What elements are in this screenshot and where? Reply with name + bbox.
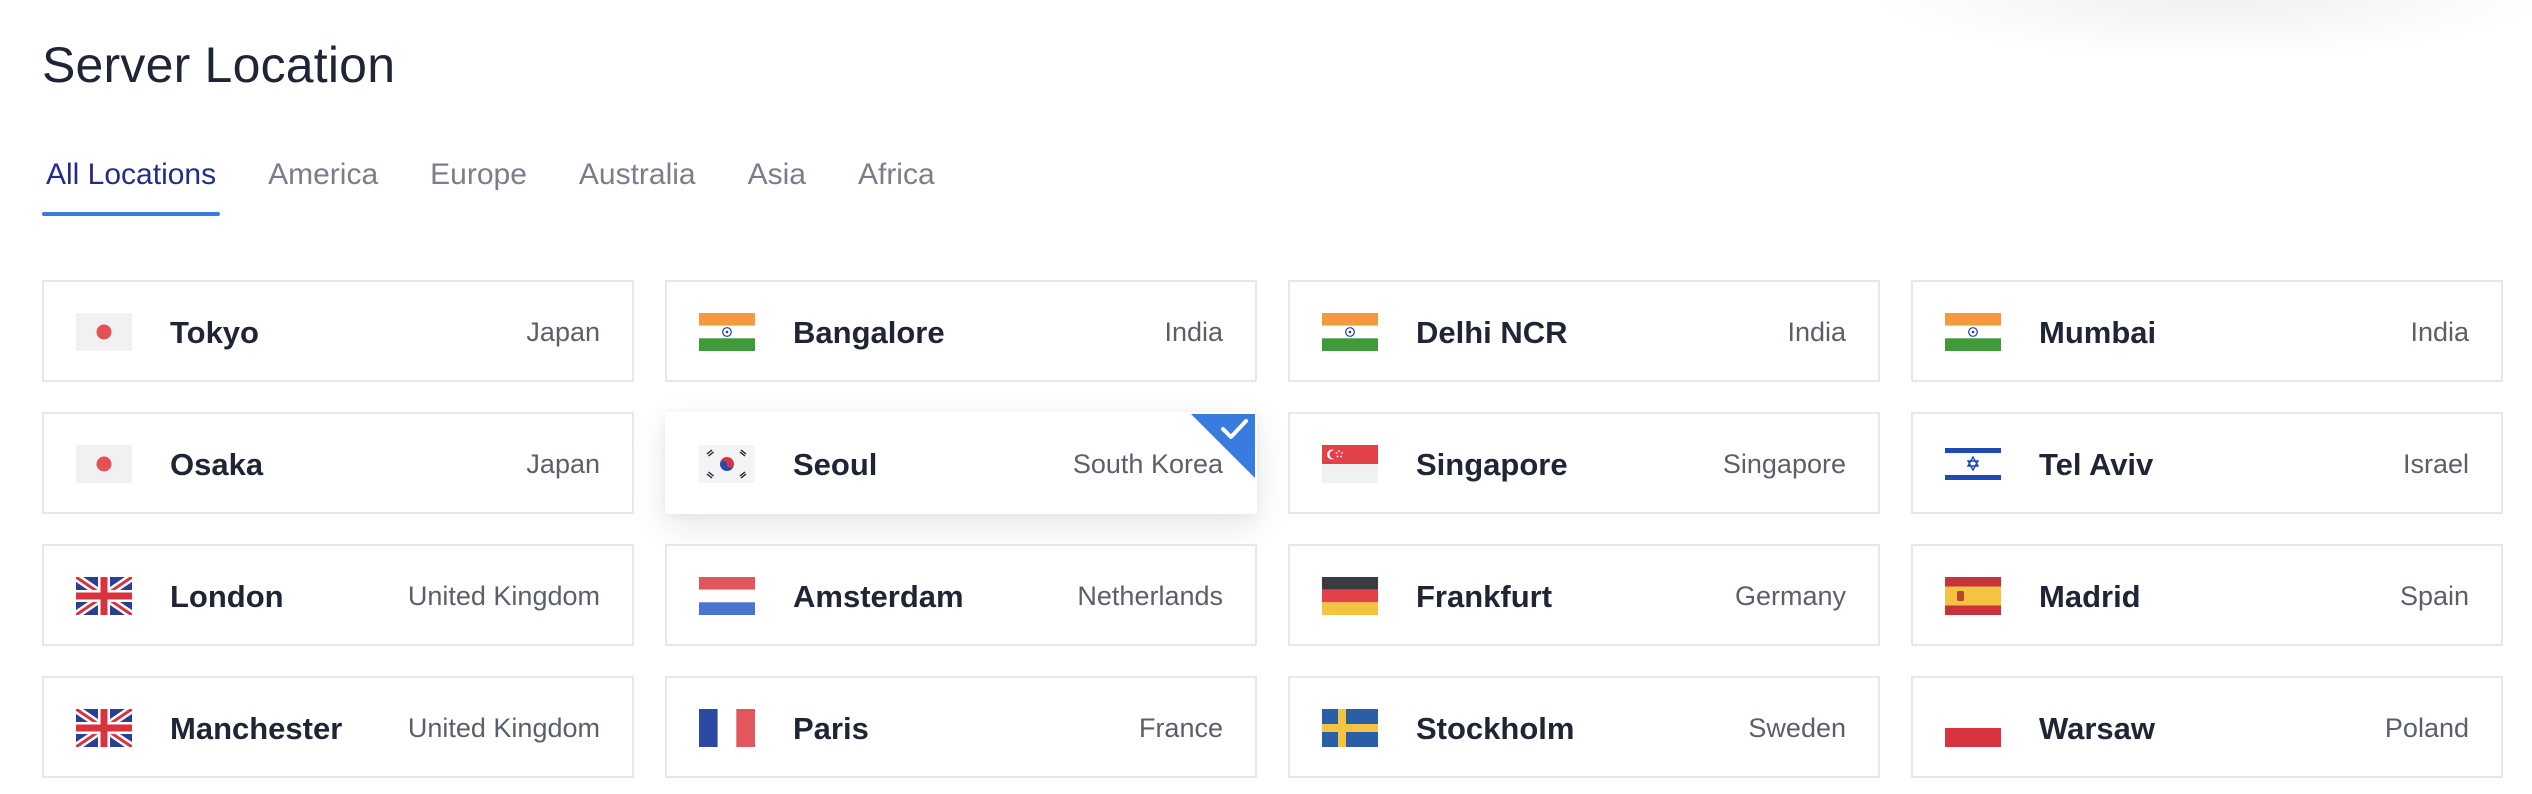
city-name: Delhi NCR bbox=[1416, 315, 1568, 350]
page-title: Server Location bbox=[42, 37, 396, 93]
tab-africa[interactable]: Africa bbox=[854, 150, 939, 216]
country-name: Sweden bbox=[1748, 713, 1846, 743]
israel-flag-icon bbox=[1945, 445, 2001, 483]
location-card-tokyo[interactable]: Tokyo Japan bbox=[42, 280, 634, 382]
location-card-london[interactable]: London United Kingdom bbox=[42, 544, 634, 646]
location-card-paris[interactable]: Paris France bbox=[665, 676, 1257, 778]
south-korea-flag-icon bbox=[699, 445, 755, 483]
city-name: Singapore bbox=[1416, 447, 1568, 482]
country-name: United Kingdom bbox=[407, 581, 600, 611]
country-name: Germany bbox=[1734, 581, 1846, 611]
tab-america[interactable]: America bbox=[264, 150, 382, 216]
japan-flag-icon bbox=[76, 313, 132, 351]
location-card-singapore[interactable]: Singapore Singapore bbox=[1288, 412, 1880, 514]
country-name: United Kingdom bbox=[407, 713, 600, 743]
netherlands-flag-icon bbox=[699, 577, 755, 615]
country-name: India bbox=[1164, 317, 1223, 347]
country-name: Spain bbox=[2399, 581, 2469, 611]
region-tabs: All Locations America Europe Australia A… bbox=[42, 150, 983, 216]
uk-flag-icon bbox=[76, 709, 132, 747]
selected-check-icon bbox=[1189, 414, 1255, 480]
spain-flag-icon bbox=[1945, 577, 2001, 615]
location-card-osaka[interactable]: Osaka Japan bbox=[42, 412, 634, 514]
tab-all-locations[interactable]: All Locations bbox=[42, 150, 221, 216]
location-card-delhi-ncr[interactable]: Delhi NCR India bbox=[1288, 280, 1880, 382]
germany-flag-icon bbox=[1322, 577, 1378, 615]
country-name: Japan bbox=[526, 317, 600, 347]
india-flag-icon bbox=[699, 313, 755, 351]
tab-europe[interactable]: Europe bbox=[426, 150, 531, 216]
japan-flag-icon bbox=[76, 445, 132, 483]
city-name: Bangalore bbox=[793, 315, 945, 350]
location-card-mumbai[interactable]: Mumbai India bbox=[1911, 280, 2503, 382]
country-name: India bbox=[2410, 317, 2469, 347]
city-name: Madrid bbox=[2039, 579, 2141, 614]
country-name: India bbox=[1787, 317, 1846, 347]
india-flag-icon bbox=[1945, 313, 2001, 351]
city-name: Tokyo bbox=[170, 315, 259, 350]
country-name: Israel bbox=[2402, 449, 2469, 479]
location-card-frankfurt[interactable]: Frankfurt Germany bbox=[1288, 544, 1880, 646]
city-name: Tel Aviv bbox=[2039, 447, 2154, 482]
country-name: Japan bbox=[526, 449, 600, 479]
country-name: Netherlands bbox=[1077, 581, 1223, 611]
country-name: Singapore bbox=[1722, 449, 1846, 479]
tab-australia[interactable]: Australia bbox=[575, 150, 700, 216]
country-name: Poland bbox=[2384, 713, 2469, 743]
city-name: Manchester bbox=[170, 711, 343, 746]
tab-asia[interactable]: Asia bbox=[744, 150, 810, 216]
location-card-madrid[interactable]: Madrid Spain bbox=[1911, 544, 2503, 646]
location-card-seoul[interactable]: Seoul South Korea bbox=[665, 412, 1257, 514]
country-name: France bbox=[1138, 713, 1223, 743]
location-card-warsaw[interactable]: Warsaw Poland bbox=[1911, 676, 2503, 778]
city-name: Osaka bbox=[170, 447, 264, 482]
city-name: Seoul bbox=[793, 447, 878, 482]
sweden-flag-icon bbox=[1322, 709, 1378, 747]
location-card-bangalore[interactable]: Bangalore India bbox=[665, 280, 1257, 382]
city-name: Amsterdam bbox=[793, 579, 964, 614]
city-name: Warsaw bbox=[2039, 711, 2156, 746]
city-name: Frankfurt bbox=[1416, 579, 1553, 614]
city-name: Paris bbox=[793, 711, 869, 746]
decorative-glow bbox=[1860, 0, 2532, 60]
location-card-amsterdam[interactable]: Amsterdam Netherlands bbox=[665, 544, 1257, 646]
singapore-flag-icon bbox=[1322, 445, 1378, 483]
server-location-page: Server Location All Locations America Eu… bbox=[0, 0, 2532, 794]
city-name: Mumbai bbox=[2039, 315, 2157, 350]
poland-flag-icon bbox=[1945, 709, 2001, 747]
city-name: Stockholm bbox=[1416, 711, 1575, 746]
city-name: London bbox=[170, 579, 284, 614]
location-card-stockholm[interactable]: Stockholm Sweden bbox=[1288, 676, 1880, 778]
uk-flag-icon bbox=[76, 577, 132, 615]
france-flag-icon bbox=[699, 709, 755, 747]
location-card-manchester[interactable]: Manchester United Kingdom bbox=[42, 676, 634, 778]
india-flag-icon bbox=[1322, 313, 1378, 351]
location-card-tel-aviv[interactable]: Tel Aviv Israel bbox=[1911, 412, 2503, 514]
